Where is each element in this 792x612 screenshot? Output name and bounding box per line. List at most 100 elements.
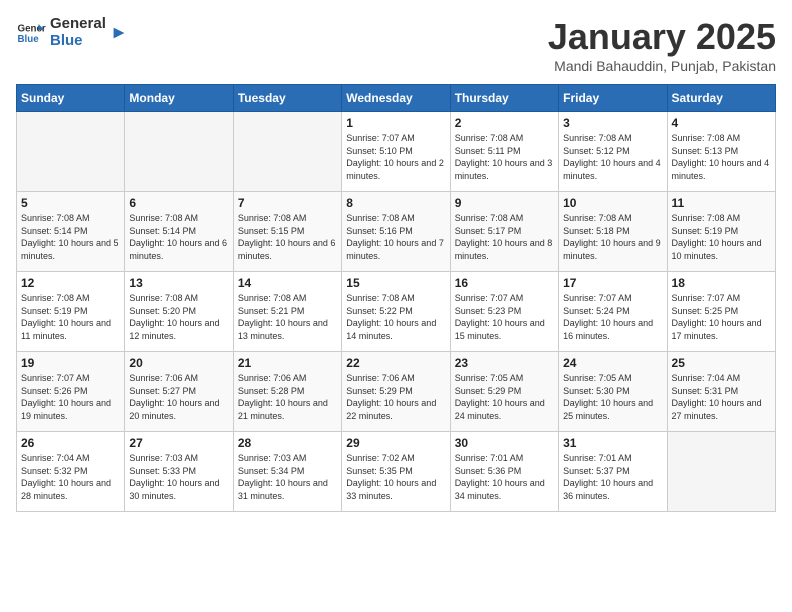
logo-icon: General Blue [16,18,46,48]
calendar-cell: 11 Sunrise: 7:08 AMSunset: 5:19 PMDayligh… [667,192,775,272]
day-number: 17 [563,276,662,290]
weekday-header-sunday: Sunday [17,85,125,112]
day-info: Sunrise: 7:08 AMSunset: 5:19 PMDaylight:… [21,292,120,342]
day-number: 10 [563,196,662,210]
calendar-cell: 29 Sunrise: 7:02 AMSunset: 5:35 PMDayligh… [342,432,450,512]
day-info: Sunrise: 7:03 AMSunset: 5:34 PMDaylight:… [238,452,337,502]
day-info: Sunrise: 7:08 AMSunset: 5:16 PMDaylight:… [346,212,445,262]
weekday-header-row: SundayMondayTuesdayWednesdayThursdayFrid… [17,85,776,112]
day-info: Sunrise: 7:08 AMSunset: 5:12 PMDaylight:… [563,132,662,182]
day-info: Sunrise: 7:08 AMSunset: 5:18 PMDaylight:… [563,212,662,262]
day-info: Sunrise: 7:07 AMSunset: 5:23 PMDaylight:… [455,292,554,342]
day-number: 28 [238,436,337,450]
day-info: Sunrise: 7:07 AMSunset: 5:25 PMDaylight:… [672,292,771,342]
day-number: 29 [346,436,445,450]
weekday-header-wednesday: Wednesday [342,85,450,112]
calendar-cell [17,112,125,192]
calendar-cell: 16 Sunrise: 7:07 AMSunset: 5:23 PMDayligh… [450,272,558,352]
calendar-cell: 31Sunrise: 7:01 AMSunset: 5:37 PMDayligh… [559,432,667,512]
day-info: Sunrise: 7:02 AMSunset: 5:35 PMDaylight:… [346,452,445,502]
day-number: 9 [455,196,554,210]
day-number: 7 [238,196,337,210]
day-info: Sunrise: 7:06 AMSunset: 5:27 PMDaylight:… [129,372,228,422]
week-row-1: 1Sunrise: 7:07 AMSunset: 5:10 PMDaylight… [17,112,776,192]
calendar-cell: 4Sunrise: 7:08 AMSunset: 5:13 PMDaylight… [667,112,775,192]
calendar-table: SundayMondayTuesdayWednesdayThursdayFrid… [16,84,776,512]
calendar-cell: 19 Sunrise: 7:07 AMSunset: 5:26 PMDayligh… [17,352,125,432]
calendar-cell: 22 Sunrise: 7:06 AMSunset: 5:29 PMDayligh… [342,352,450,432]
logo-text-general: General [50,16,106,33]
day-info: Sunrise: 7:03 AMSunset: 5:33 PMDaylight:… [129,452,228,502]
calendar-cell [233,112,341,192]
week-row-3: 12 Sunrise: 7:08 AMSunset: 5:19 PMDayligh… [17,272,776,352]
calendar-cell: 24Sunrise: 7:05 AMSunset: 5:30 PMDayligh… [559,352,667,432]
day-info: Sunrise: 7:06 AMSunset: 5:28 PMDaylight:… [238,372,337,422]
logo: General Blue General Blue [16,16,128,49]
day-number: 13 [129,276,228,290]
day-info: Sunrise: 7:08 AMSunset: 5:19 PMDaylight:… [672,212,771,262]
calendar-cell: 26Sunrise: 7:04 AMSunset: 5:32 PMDayligh… [17,432,125,512]
day-number: 25 [672,356,771,370]
day-info: Sunrise: 7:06 AMSunset: 5:29 PMDaylight:… [346,372,445,422]
day-number: 24 [563,356,662,370]
header: General Blue General Blue January 2025 M… [16,16,776,74]
day-number: 21 [238,356,337,370]
day-info: Sunrise: 7:05 AMSunset: 5:29 PMDaylight:… [455,372,554,422]
calendar-cell: 23 Sunrise: 7:05 AMSunset: 5:29 PMDayligh… [450,352,558,432]
day-info: Sunrise: 7:08 AMSunset: 5:21 PMDaylight:… [238,292,337,342]
svg-text:Blue: Blue [18,34,40,45]
weekday-header-thursday: Thursday [450,85,558,112]
day-number: 12 [21,276,120,290]
day-info: Sunrise: 7:01 AMSunset: 5:36 PMDaylight:… [455,452,554,502]
calendar-cell: 27 Sunrise: 7:03 AMSunset: 5:33 PMDayligh… [125,432,233,512]
day-number: 15 [346,276,445,290]
day-info: Sunrise: 7:08 AMSunset: 5:14 PMDaylight:… [129,212,228,262]
day-number: 27 [129,436,228,450]
day-number: 14 [238,276,337,290]
weekday-header-saturday: Saturday [667,85,775,112]
calendar-cell: 12 Sunrise: 7:08 AMSunset: 5:19 PMDayligh… [17,272,125,352]
day-number: 30 [455,436,554,450]
day-info: Sunrise: 7:08 AMSunset: 5:13 PMDaylight:… [672,132,771,182]
day-info: Sunrise: 7:07 AMSunset: 5:26 PMDaylight:… [21,372,120,422]
calendar-cell: 20 Sunrise: 7:06 AMSunset: 5:27 PMDayligh… [125,352,233,432]
week-row-2: 5Sunrise: 7:08 AMSunset: 5:14 PMDaylight… [17,192,776,272]
day-number: 31 [563,436,662,450]
day-info: Sunrise: 7:08 AMSunset: 5:17 PMDaylight:… [455,212,554,262]
calendar-cell: 30 Sunrise: 7:01 AMSunset: 5:36 PMDayligh… [450,432,558,512]
day-number: 22 [346,356,445,370]
calendar-cell: 3Sunrise: 7:08 AMSunset: 5:12 PMDaylight… [559,112,667,192]
day-number: 23 [455,356,554,370]
title-section: January 2025 Mandi Bahauddin, Punjab, Pa… [548,16,776,74]
calendar-cell: 10 Sunrise: 7:08 AMSunset: 5:18 PMDayligh… [559,192,667,272]
day-info: Sunrise: 7:08 AMSunset: 5:11 PMDaylight:… [455,132,554,182]
calendar-cell: 7Sunrise: 7:08 AMSunset: 5:15 PMDaylight… [233,192,341,272]
day-number: 8 [346,196,445,210]
calendar-cell: 14 Sunrise: 7:08 AMSunset: 5:21 PMDayligh… [233,272,341,352]
calendar-cell: 6 Sunrise: 7:08 AMSunset: 5:14 PMDaylight… [125,192,233,272]
subtitle: Mandi Bahauddin, Punjab, Pakistan [548,58,776,74]
calendar-cell: 9 Sunrise: 7:08 AMSunset: 5:17 PMDaylight… [450,192,558,272]
day-number: 6 [129,196,228,210]
calendar-cell: 25 Sunrise: 7:04 AMSunset: 5:31 PMDayligh… [667,352,775,432]
calendar-cell: 1Sunrise: 7:07 AMSunset: 5:10 PMDaylight… [342,112,450,192]
calendar-cell: 5Sunrise: 7:08 AMSunset: 5:14 PMDaylight… [17,192,125,272]
calendar-cell: 13 Sunrise: 7:08 AMSunset: 5:20 PMDayligh… [125,272,233,352]
day-number: 1 [346,116,445,130]
day-number: 20 [129,356,228,370]
day-number: 11 [672,196,771,210]
day-info: Sunrise: 7:04 AMSunset: 5:32 PMDaylight:… [21,452,120,502]
day-info: Sunrise: 7:04 AMSunset: 5:31 PMDaylight:… [672,372,771,422]
day-number: 19 [21,356,120,370]
day-info: Sunrise: 7:08 AMSunset: 5:14 PMDaylight:… [21,212,120,262]
calendar-cell: 15 Sunrise: 7:08 AMSunset: 5:22 PMDayligh… [342,272,450,352]
calendar-cell: 2Sunrise: 7:08 AMSunset: 5:11 PMDaylight… [450,112,558,192]
calendar-cell [125,112,233,192]
day-info: Sunrise: 7:08 AMSunset: 5:20 PMDaylight:… [129,292,228,342]
calendar-cell [667,432,775,512]
day-number: 18 [672,276,771,290]
logo-arrow-icon [110,24,128,42]
day-number: 16 [455,276,554,290]
day-info: Sunrise: 7:08 AMSunset: 5:22 PMDaylight:… [346,292,445,342]
day-info: Sunrise: 7:07 AMSunset: 5:24 PMDaylight:… [563,292,662,342]
